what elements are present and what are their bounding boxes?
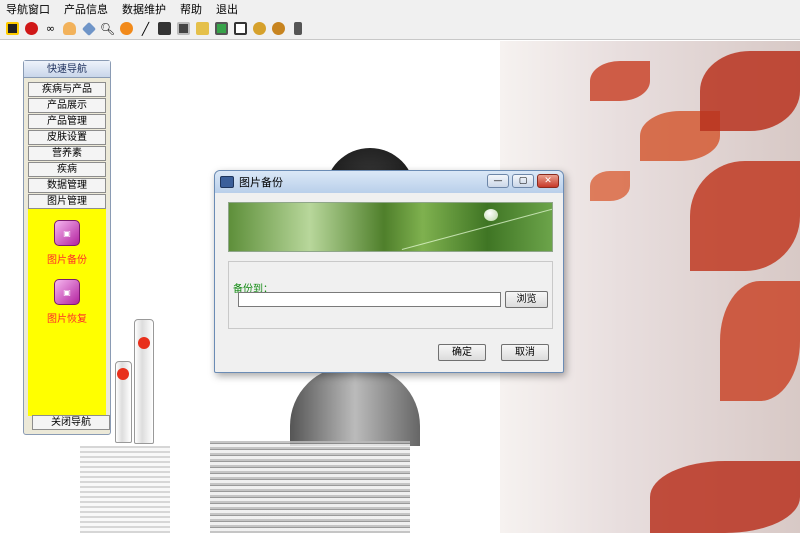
fruit-icon[interactable] [118,20,135,37]
exit-icon[interactable] [289,20,306,37]
backup-path-input[interactable] [238,292,501,307]
menu-data-maintenance[interactable]: 数据维护 [122,1,166,17]
nav-item-image-management[interactable]: 图片管理 [28,194,106,209]
leaf-vein [401,205,552,250]
nav-item-data-management[interactable]: 数据管理 [28,178,106,193]
image-backup-tool[interactable]: ▣ 图片备份 [28,220,106,266]
quick-navigation-panel: 快速导航 疾病与产品 产品展示 产品管理 皮肤设置 营养素 疾病 数据管理 图片… [23,60,111,435]
box-icon[interactable] [232,20,249,37]
image-backup-label[interactable]: 图片备份 [28,251,106,266]
hand-icon[interactable] [61,20,78,37]
disk-icon[interactable] [156,20,173,37]
nav-item-nutrients[interactable]: 营养素 [28,146,106,161]
backup-icon[interactable]: ▣ [54,220,80,246]
glasses-icon[interactable]: ∞ [42,20,59,37]
image-restore-label[interactable]: 图片恢复 [28,310,106,325]
ivy-leaf [700,51,800,131]
maximize-button[interactable]: ▢ [512,174,534,188]
backup-group: 备份到： 浏览 [228,261,553,329]
wand-icon[interactable]: ╱ [137,20,154,37]
ivy-leaf [690,161,800,271]
ivy-leaf [590,61,650,101]
dialog-title: 图片备份 [239,176,283,189]
water-reflection-image [80,446,170,533]
flower-image [138,337,150,349]
image-restore-tool[interactable]: ▣ 图片恢复 [28,279,106,325]
folder-icon[interactable] [194,20,211,37]
water-reflection-image [210,441,410,533]
disk-icon[interactable] [175,20,192,37]
menu-help[interactable]: 帮助 [180,1,202,17]
nav-item-product-display[interactable]: 产品展示 [28,98,106,113]
nav-item-disease-and-product[interactable]: 疾病与产品 [28,82,106,97]
monitor-icon[interactable] [213,20,230,37]
flower-image [117,368,129,380]
water-drop [484,209,498,221]
menu-navigation-window[interactable]: 导航窗口 [6,1,50,17]
dialog-title-bar[interactable]: 图片备份 [215,171,563,193]
toolbar: ∞ 🔍︎ ╱ [0,18,800,40]
cube-icon[interactable] [80,20,97,37]
close-button[interactable]: ✕ [537,174,559,188]
figure-image [290,366,420,446]
users-icon[interactable] [251,20,268,37]
leaf-banner-image [228,202,553,252]
ivy-leaf [650,461,800,533]
save-icon[interactable] [4,20,21,37]
image-tools-panel: ▣ 图片备份 ▣ 图片恢复 [28,209,106,416]
minimize-button[interactable]: — [487,174,509,188]
users-icon[interactable] [270,20,287,37]
close-navigation-button[interactable]: 关闭导航 [32,415,110,430]
stop-icon[interactable] [23,20,40,37]
nav-item-skin-settings[interactable]: 皮肤设置 [28,130,106,145]
ivy-leaf [590,171,630,201]
cancel-button[interactable]: 取消 [501,344,549,361]
nav-title: 快速导航 [24,61,110,78]
nav-item-disease[interactable]: 疾病 [28,162,106,177]
menu-bar: 导航窗口 产品信息 数据维护 帮助 退出 [0,0,800,18]
search-icon[interactable]: 🔍︎ [99,20,116,37]
nav-item-product-management[interactable]: 产品管理 [28,114,106,129]
browse-button[interactable]: 浏览 [505,291,548,308]
menu-exit[interactable]: 退出 [216,1,238,17]
image-backup-dialog: 图片备份 — ▢ ✕ 备份到： 浏览 确定 取消 [214,170,564,373]
ivy-leaf [720,281,800,401]
menu-product-info[interactable]: 产品信息 [64,1,108,17]
ok-button[interactable]: 确定 [438,344,486,361]
app-icon [220,176,234,188]
restore-icon[interactable]: ▣ [54,279,80,305]
